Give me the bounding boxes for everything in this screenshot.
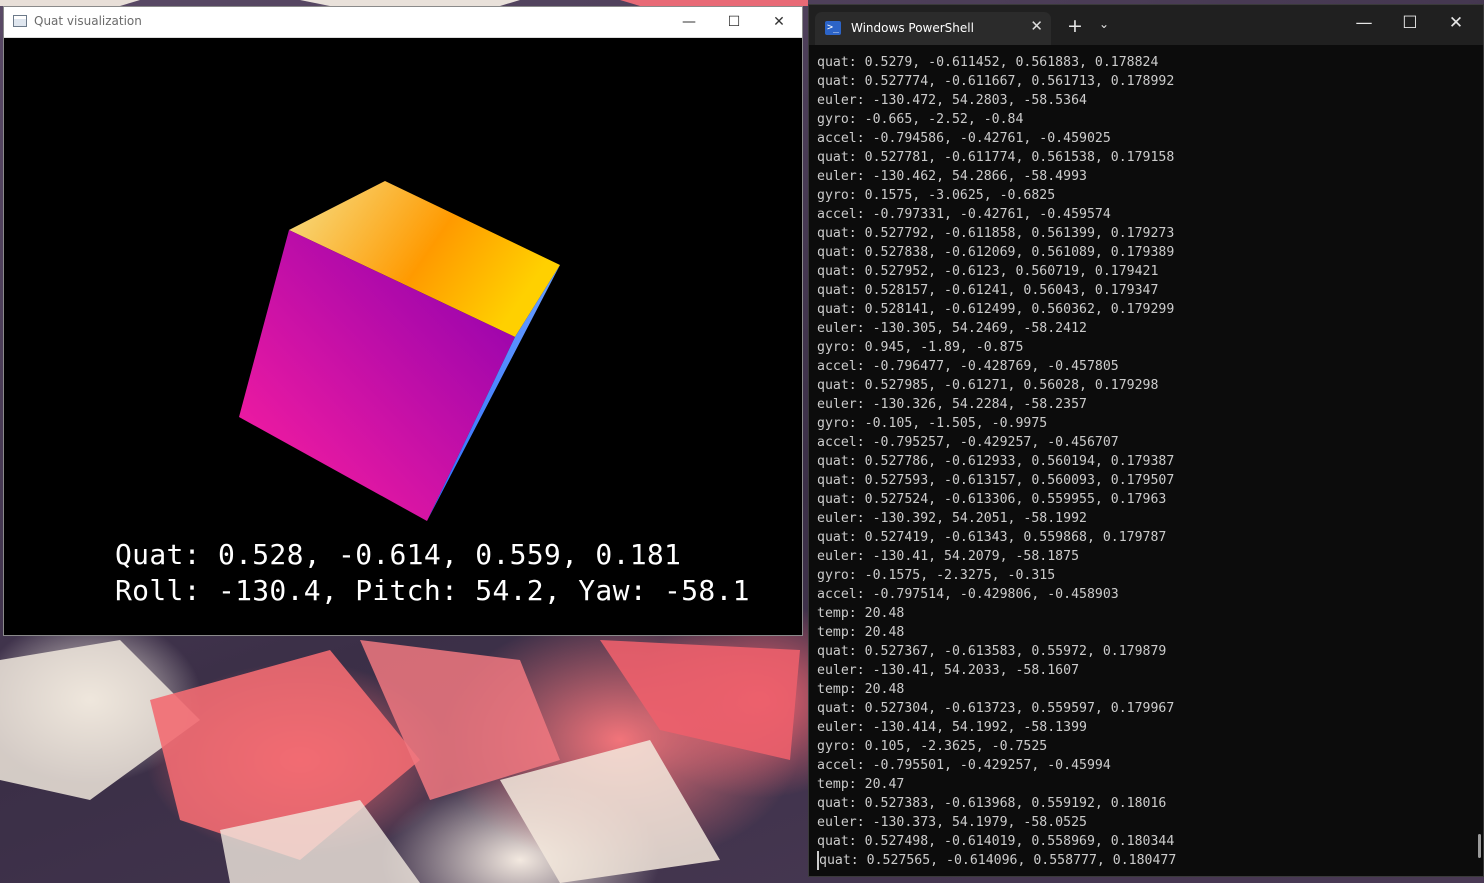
terminal-line: quat: 0.527792, -0.611858, 0.561399, 0.1… [817,226,1175,241]
tab-bar[interactable]: >_ Windows PowerShell ✕ + ⌄ — ☐ ✕ [809,5,1483,45]
maximize-button[interactable]: ☐ [711,7,757,37]
tab-title: Windows PowerShell [851,21,974,35]
terminal-line: euler: -130.414, 54.1992, -58.1399 [817,720,1087,735]
quat-visualization-window[interactable]: Quat visualization — ☐ ✕ Quat: 0.528, -0… [3,6,803,636]
euler-readout: Roll: -130.4, Pitch: 54.2, Yaw: -58.1 [115,574,750,607]
terminal-line: quat: 0.527786, -0.612933, 0.560194, 0.1… [817,454,1175,469]
terminal-line: quat: 0.527367, -0.613583, 0.55972, 0.17… [817,644,1167,659]
terminal-line: euler: -130.472, 54.2803, -58.5364 [817,93,1087,108]
quat-readout: Quat: 0.528, -0.614, 0.559, 0.181 [115,538,682,571]
terminal-line: gyro: 0.105, -2.3625, -0.7525 [817,739,1048,754]
maximize-button[interactable]: ☐ [1395,13,1425,33]
terminal-line: quat: 0.527781, -0.611774, 0.561538, 0.1… [817,150,1175,165]
terminal-line: gyro: -0.665, -2.52, -0.84 [817,112,1024,127]
terminal-line: temp: 20.48 [817,606,905,621]
close-button[interactable]: ✕ [756,7,802,37]
tab-powershell[interactable]: >_ Windows PowerShell ✕ [815,12,1051,45]
terminal-line: quat: 0.527524, -0.613306, 0.559955, 0.1… [817,492,1167,507]
terminal-output[interactable]: quat: 0.5279, -0.611452, 0.561883, 0.178… [817,53,1457,870]
terminal-line: euler: -130.373, 54.1979, -58.0525 [817,815,1087,830]
terminal-line: euler: -130.305, 54.2469, -58.2412 [817,321,1087,336]
terminal-line: accel: -0.796477, -0.428769, -0.457805 [817,359,1119,374]
terminal-line: accel: -0.797331, -0.42761, -0.459574 [817,207,1111,222]
chevron-down-icon[interactable]: ⌄ [1099,17,1109,31]
terminal-line: temp: 20.48 [817,682,905,697]
terminal-line: quat: 0.527565, -0.614096, 0.558777, 0.1… [817,851,1457,870]
terminal-line: accel: -0.797514, -0.429806, -0.458903 [817,587,1119,602]
scrollbar[interactable] [1478,834,1481,858]
terminal-line: accel: -0.795257, -0.429257, -0.456707 [817,435,1119,450]
powershell-icon: >_ [825,21,841,35]
terminal-line: quat: 0.528157, -0.61241, 0.56043, 0.179… [817,283,1159,298]
terminal-line: gyro: -0.105, -1.505, -0.9975 [817,416,1048,431]
app-window-icon [13,15,27,27]
terminal-line: gyro: 0.945, -1.89, -0.875 [817,340,1024,355]
terminal-line: temp: 20.48 [817,625,905,640]
terminal-line: accel: -0.795501, -0.429257, -0.45994 [817,758,1111,773]
close-button[interactable]: ✕ [1441,13,1471,33]
terminal-line: quat: 0.527498, -0.614019, 0.558969, 0.1… [817,834,1175,849]
terminal-line: quat: 0.528141, -0.612499, 0.560362, 0.1… [817,302,1175,317]
render-canvas[interactable]: Quat: 0.528, -0.614, 0.559, 0.181 Roll: … [4,38,802,635]
terminal-line: quat: 0.527952, -0.6123, 0.560719, 0.179… [817,264,1159,279]
terminal-line: gyro: -0.1575, -2.3275, -0.315 [817,568,1056,583]
terminal-line: quat: 0.527838, -0.612069, 0.561089, 0.1… [817,245,1175,260]
terminal-line: temp: 20.47 [817,777,905,792]
terminal-line: quat: 0.527304, -0.613723, 0.559597, 0.1… [817,701,1175,716]
terminal-line: euler: -130.326, 54.2284, -58.2357 [817,397,1087,412]
terminal-line: euler: -130.462, 54.2866, -58.4993 [817,169,1087,184]
terminal-line: quat: 0.527774, -0.611667, 0.561713, 0.1… [817,74,1175,89]
powershell-window[interactable]: >_ Windows PowerShell ✕ + ⌄ — ☐ ✕ quat: … [808,4,1484,877]
terminal-line: euler: -130.41, 54.2033, -58.1607 [817,663,1080,678]
new-tab-button[interactable]: + [1067,15,1083,37]
window-title: Quat visualization [34,14,142,28]
terminal-line: quat: 0.527593, -0.613157, 0.560093, 0.1… [817,473,1175,488]
terminal-line: quat: 0.5279, -0.611452, 0.561883, 0.178… [817,55,1159,70]
tab-close-icon[interactable]: ✕ [1030,17,1043,35]
minimize-button[interactable]: — [1349,13,1379,33]
minimize-button[interactable]: — [666,7,712,37]
terminal-line: accel: -0.794586, -0.42761, -0.459025 [817,131,1111,146]
terminal-line: gyro: 0.1575, -3.0625, -0.6825 [817,188,1056,203]
terminal-line: quat: 0.527383, -0.613968, 0.559192, 0.1… [817,796,1167,811]
terminal-line: quat: 0.527985, -0.61271, 0.56028, 0.179… [817,378,1159,393]
terminal-line: euler: -130.392, 54.2051, -58.1992 [817,511,1087,526]
terminal-line: euler: -130.41, 54.2079, -58.1875 [817,549,1080,564]
title-bar[interactable]: Quat visualization — ☐ ✕ [4,7,802,38]
terminal-line: quat: 0.527419, -0.61343, 0.559868, 0.17… [817,530,1167,545]
